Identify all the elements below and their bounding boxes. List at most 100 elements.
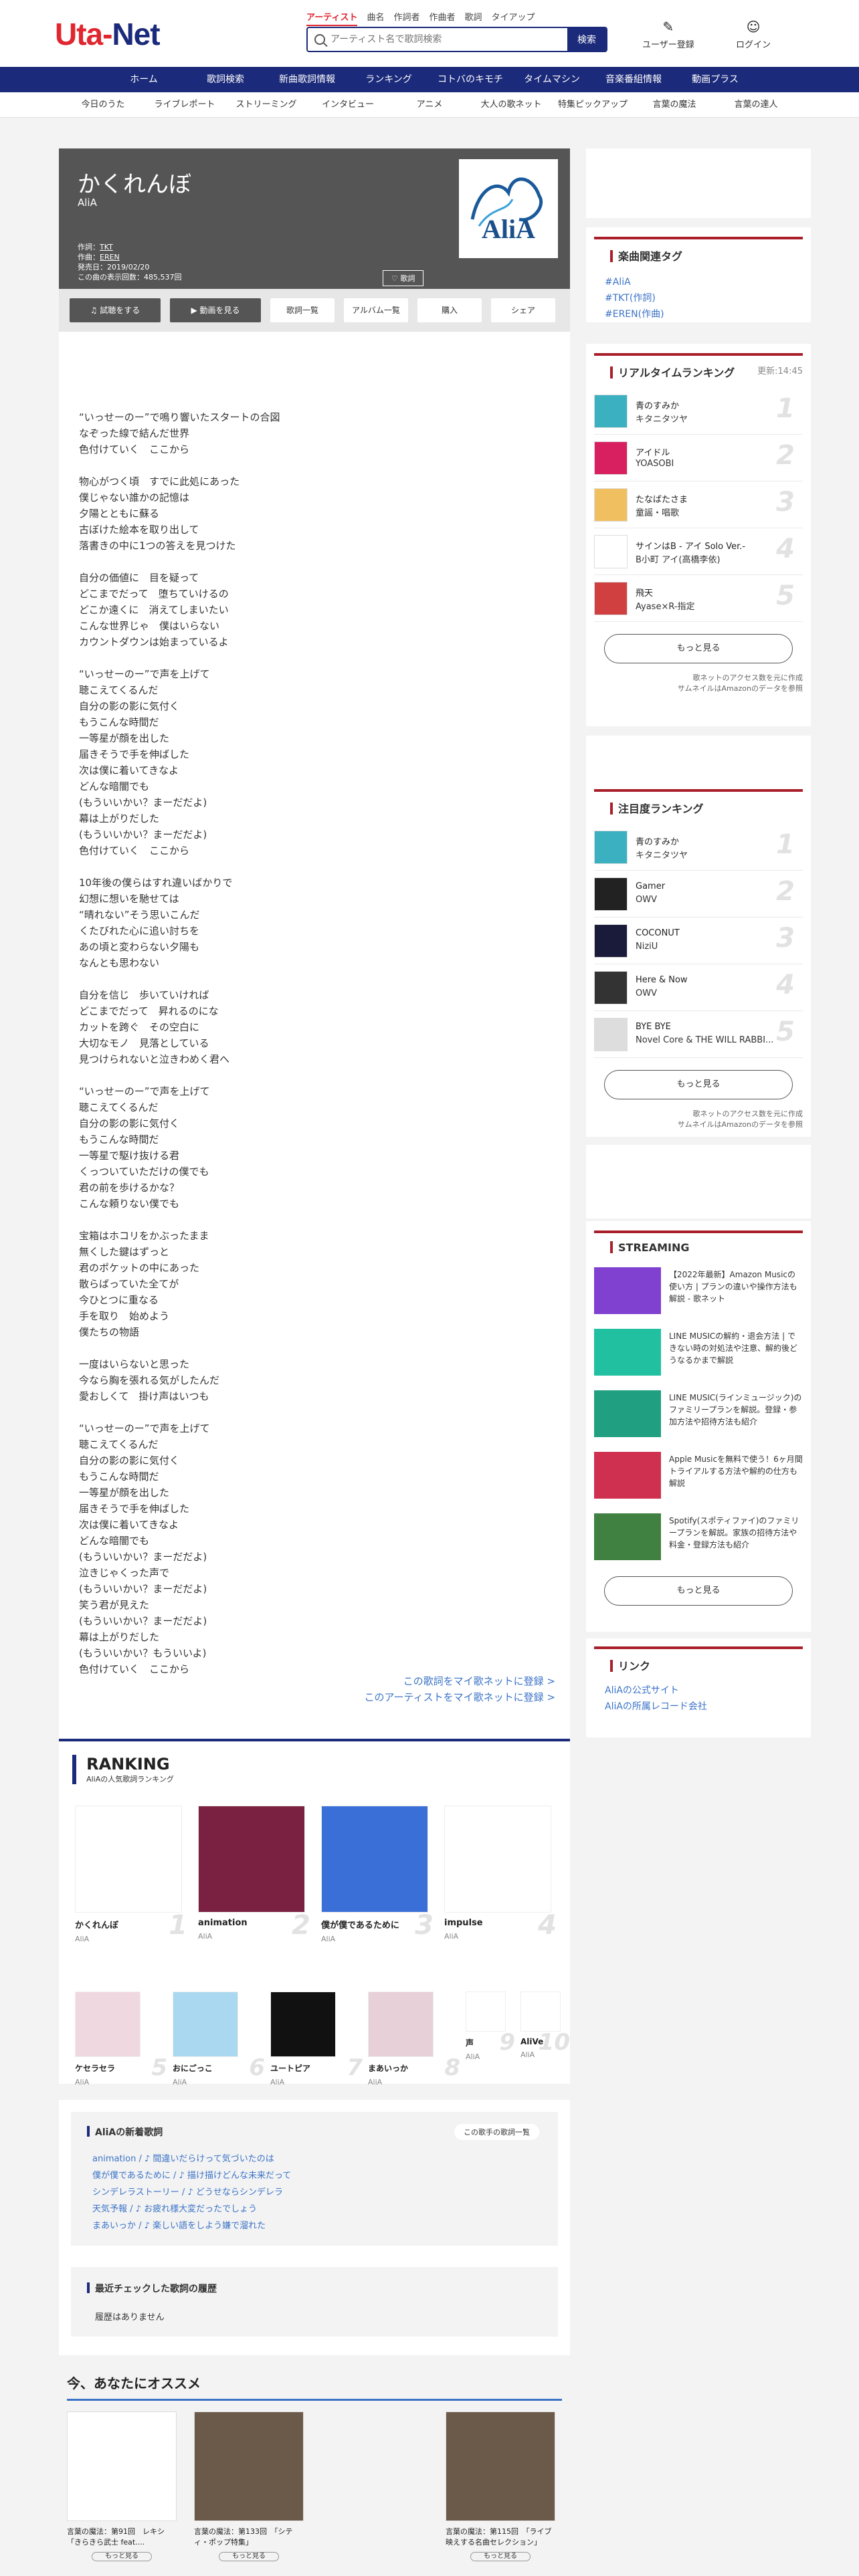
ranking-item[interactable]: ユートピア AliA 7	[270, 1992, 364, 2086]
search-tab-tieup[interactable]: タイアップ	[492, 10, 535, 26]
ranking-item[interactable]: おにごっこ AliA 6	[173, 1992, 266, 2086]
sidebar-rank-row[interactable]: Gamer OWV 2	[594, 871, 803, 918]
register-button[interactable]: ✎ ユーザー登録	[642, 19, 694, 50]
sub-nav-item[interactable]: 特集ピックアップ	[552, 92, 634, 117]
search-tab-lyrics[interactable]: 歌詞	[465, 10, 482, 26]
sidebar-rank-row[interactable]: サインはB - アイ Solo Ver.- B小町 アイ(高橋李依) 4	[594, 528, 803, 575]
ranking-item[interactable]: AliVe AliA 10	[520, 1992, 571, 2059]
realtime-more-button[interactable]: もっと見る	[604, 634, 793, 663]
login-button[interactable]: ☺ ログイン	[736, 19, 771, 50]
composer-link[interactable]: EREN	[100, 253, 120, 261]
sidebar-rank-row[interactable]: 飛天 Ayase×R-指定 5	[594, 575, 803, 622]
tag-link[interactable]: #TKT(作詞)	[605, 290, 811, 306]
sidebar-rank-row[interactable]: 青のすみか キタニタツヤ 1	[594, 824, 803, 871]
sidebar-rank-row[interactable]: BYE BYE Novel Core & THE WILL RABBI... 5	[594, 1011, 803, 1058]
sidebar-rank-row[interactable]: 青のすみか キタニタツヤ 1	[594, 388, 803, 435]
recommend-item[interactable]: 言葉の魔法：第133回 「シティ・ポップ特集」 もっと見る	[194, 2411, 304, 2561]
buy-button[interactable]: 購入	[417, 298, 482, 322]
ranking-item[interactable]: animation AliA 2	[198, 1806, 313, 1941]
realtime-ranking-title: リアルタイムランキング 更新:14:45	[594, 353, 803, 380]
rank-title: 青のすみか	[636, 837, 680, 847]
site-logo[interactable]: Uta-Net	[55, 16, 161, 52]
official-site-link[interactable]: AliAの公式サイト	[605, 1683, 811, 1699]
search-tab-artist[interactable]: アーティスト	[306, 10, 358, 26]
ranking-item[interactable]: impulse AliA 4	[444, 1806, 559, 1941]
new-lyric-link[interactable]: 僕が僕であるために / ♪ 描け描けどんな未来だって	[92, 2167, 291, 2184]
search-tabs: アーティスト 曲名 作詞者 作曲者 歌詞 タイアップ	[306, 10, 535, 26]
main-nav-item[interactable]: 動画プラス	[674, 67, 756, 92]
lyrics-line: 届きそうで手を伸ばした	[79, 1503, 190, 1515]
streaming-article[interactable]: Apple Musicを無料で使う！6ヶ月間トライアルする方法や解約の仕方も解説	[594, 1445, 803, 1507]
recommend-item[interactable]: 言葉の魔法：第115回 「ライブ映えする名曲セレクション」 もっと見る	[446, 2411, 555, 2561]
rank-artist: NiziU	[636, 942, 658, 952]
recommend-more-button[interactable]: もっと見る	[219, 2552, 279, 2561]
listen-button[interactable]: ♫ 試聴をする	[70, 298, 161, 322]
sidebar-rank-row[interactable]: Here & Now OWV 4	[594, 964, 803, 1011]
sub-nav-item[interactable]: ストリーミング	[225, 92, 307, 117]
history-empty: 履歴はありません	[95, 2313, 165, 2323]
sub-nav-item[interactable]: インタビュー	[307, 92, 389, 117]
lyrics-list-button[interactable]: 歌詞一覧	[270, 298, 335, 322]
main-nav-item[interactable]: 新曲歌詞情報	[266, 67, 348, 92]
ranking-item[interactable]: ケセラセラ AliA 5	[75, 1992, 169, 2086]
streaming-article[interactable]: LINE MUSICの解約・退会方法 | できない時の対処法や注意、解約後どうな…	[594, 1322, 803, 1384]
lyrics-line: くっついていただけの僕でも	[79, 1166, 209, 1178]
article-thumbnail	[594, 1267, 661, 1314]
ranking-item[interactable]: まあいっか AliA 8	[368, 1992, 462, 2086]
streaming-more-button[interactable]: もっと見る	[604, 1576, 793, 1606]
lyrics-line: (もういいかい？まーだだよ)	[79, 796, 207, 809]
streaming-article[interactable]: 【2022年最新】Amazon Musicの使い方 | プランの違いや操作方法も…	[594, 1261, 803, 1322]
ranking-jacket	[75, 1806, 182, 1913]
search-tab-composer[interactable]: 作曲者	[429, 10, 455, 26]
tag-link[interactable]: #EREN(作曲)	[605, 306, 811, 322]
share-button[interactable]: シェア	[491, 298, 555, 322]
main-nav-item[interactable]: 音楽番組情報	[593, 67, 674, 92]
main-nav-item[interactable]: コトバのキモチ	[430, 67, 511, 92]
rank-number: 5	[776, 1016, 795, 1047]
sidebar-rank-row[interactable]: アイドル YOASOBI 2	[594, 435, 803, 481]
sub-nav-item[interactable]: 大人の歌ネット	[470, 92, 552, 117]
sub-nav-item[interactable]: ライブレポート	[144, 92, 225, 117]
ranking-item[interactable]: 声 AliA 9	[466, 1992, 516, 2061]
main-nav-item[interactable]: 歌詞検索	[185, 67, 266, 92]
main-nav-item[interactable]: ランキング	[348, 67, 430, 92]
ranking-item[interactable]: 僕が僕であるために AliA 3	[321, 1806, 436, 1943]
new-lyric-link[interactable]: 天気予報 / ♪ お疲れ様大変だったでしょう	[92, 2201, 291, 2218]
sub-nav-item[interactable]: 今日のうた	[62, 92, 144, 117]
new-lyric-link[interactable]: シンデレラストーリー / ♪ どうせならシンデレラ	[92, 2184, 291, 2201]
main-nav-item[interactable]: ホーム	[103, 67, 185, 92]
rank-artist: Novel Core & THE WILL RABBI...	[636, 1035, 774, 1045]
article-thumbnail	[594, 1390, 661, 1437]
tag-link[interactable]: #AliA	[605, 274, 811, 290]
song-artist[interactable]: AliA	[78, 197, 97, 209]
search-tab-title[interactable]: 曲名	[367, 10, 384, 26]
lyrics-line: 自分の影の影に気付く	[79, 1455, 180, 1467]
sub-nav-item[interactable]: 言葉の魔法	[634, 92, 715, 117]
recommend-more-button[interactable]: もっと見る	[470, 2552, 531, 2561]
recommend-more-button[interactable]: もっと見る	[92, 2552, 152, 2561]
favorite-button[interactable]: ♡ 歌詞	[383, 270, 424, 286]
artist-lyrics-list-button[interactable]: この歌手の歌詞一覧	[454, 2124, 539, 2140]
search-input[interactable]	[308, 28, 567, 51]
video-button[interactable]: ▶ 動画を見る	[170, 298, 261, 322]
recommend-item[interactable]: 言葉の魔法：第91回 レキシ「きらきら武士 feat.... もっと見る	[67, 2411, 177, 2561]
register-artist-link[interactable]: このアーティストをマイ歌ネットに登録 >	[364, 1689, 555, 1705]
streaming-article[interactable]: Spotify(スポティファイ)のファミリープランを解説。家族の招待方法や料金・…	[594, 1507, 803, 1568]
new-lyric-link[interactable]: animation / ♪ 間違いだらけって気づいたのは	[92, 2151, 291, 2167]
main-nav-item[interactable]: タイムマシン	[511, 67, 593, 92]
attention-more-button[interactable]: もっと見る	[604, 1070, 793, 1099]
search-tab-lyricist[interactable]: 作詞者	[393, 10, 419, 26]
search-button[interactable]: 検索	[567, 28, 606, 51]
album-jacket[interactable]: AliA	[459, 159, 558, 258]
sidebar-rank-row[interactable]: COCONUT NiziU 3	[594, 918, 803, 964]
register-song-link[interactable]: この歌詞をマイ歌ネットに登録 >	[364, 1673, 555, 1689]
ranking-item[interactable]: かくれんぼ AliA 1	[75, 1806, 190, 1943]
streaming-article[interactable]: LINE MUSIC(ラインミュージック)のファミリープランを解説。登録・参加方…	[594, 1384, 803, 1445]
album-list-button[interactable]: アルバム一覧	[344, 298, 408, 322]
new-lyric-link[interactable]: まあいっか / ♪ 楽しい語をしよう嫌で溜れた	[92, 2218, 291, 2234]
lyricist-link[interactable]: TKT	[100, 243, 113, 251]
record-label-link[interactable]: AliAの所属レコード会社	[605, 1699, 811, 1715]
sidebar-rank-row[interactable]: たなばたさま 童謡・唱歌 3	[594, 481, 803, 528]
sub-nav-item[interactable]: 言葉の達人	[715, 92, 797, 117]
sub-nav-item[interactable]: アニメ	[389, 92, 470, 117]
